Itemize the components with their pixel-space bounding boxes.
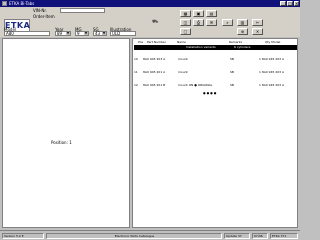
- position-label: Position: 1: [51, 140, 72, 145]
- toolbar-btn-2[interactable]: ▣: [193, 10, 204, 17]
- order-label: Order-Item: [33, 14, 55, 19]
- status-center: Electronic Parts Catalogue: [46, 233, 222, 239]
- row-remarks: SB: [230, 70, 234, 74]
- sg-value: 43: [95, 31, 101, 36]
- toolbar-btn-1[interactable]: ▦: [180, 10, 191, 17]
- highlight-row[interactable]: Installation variants 6 cylinders: [134, 45, 297, 50]
- toolbar-btn-8[interactable]: ▥: [237, 19, 248, 26]
- row-name: mount: [178, 70, 188, 74]
- highlight-text-1: Installation variants: [186, 45, 216, 49]
- highlight-text-2: 6 cylinders: [234, 45, 251, 49]
- col-remarks: Remarks: [229, 40, 243, 44]
- more-indicator: ● ● ● ●: [203, 91, 217, 95]
- col-pos: Pos: [138, 40, 144, 44]
- toolbar-btn-5[interactable]: ⎙: [193, 19, 204, 26]
- row-part: 8A0 945 201 A: [143, 70, 166, 74]
- col-qty-model: Qty Model: [265, 40, 281, 44]
- toolbar-btn-6[interactable]: ✉: [206, 19, 217, 26]
- header-panel: VIN-Nr. Order-Item ETKA Model Year MG SG…: [0, 7, 300, 37]
- status-bar: Version 5.0 E Electronic Parts Catalogue…: [0, 230, 300, 240]
- chevron-down-icon: ▼: [66, 31, 70, 35]
- toolbar-btn-9[interactable]: ✂: [252, 19, 263, 26]
- illustration-field[interactable]: ULD: [110, 31, 136, 36]
- model-field[interactable]: A80: [4, 31, 50, 36]
- illustration-pane[interactable]: Position: 1: [2, 38, 130, 228]
- toolbar-btn-12[interactable]: ✕: [252, 28, 263, 35]
- sg-select[interactable]: 43 ▼: [93, 31, 107, 36]
- row-part: 8A0 945 201 B: [143, 83, 166, 87]
- chevron-down-icon: ▼: [102, 31, 106, 35]
- chevron-down-icon: ▼: [84, 31, 88, 35]
- status-version: Version 5.0 E: [2, 233, 44, 239]
- status-date: 07/96: [252, 233, 268, 239]
- table-row[interactable]: 10 8A0 945 203 A mount SB 1 8A0 945 203 …: [133, 57, 297, 61]
- row-name: mount: [178, 57, 188, 61]
- close-button[interactable]: ×: [294, 1, 299, 6]
- row-pos: 10: [134, 57, 138, 61]
- toolbar-btn-4[interactable]: ◫: [180, 19, 191, 26]
- vin-label: VIN-Nr.: [33, 8, 47, 13]
- toolbar-btn-10[interactable]: ▢: [180, 28, 191, 35]
- row-name: mount ON ● ORIGINAL: [178, 83, 213, 87]
- status-update: Update 37: [224, 233, 250, 239]
- illustration-value: ULD: [112, 31, 121, 36]
- car-icon: ⛟: [152, 19, 159, 25]
- row-qty: 1 8A0 945 203 A: [259, 57, 285, 61]
- toolbar-btn-3[interactable]: ▤: [206, 10, 217, 17]
- window-title: ETKA Bi-Tabs: [9, 1, 35, 6]
- table-row[interactable]: 11 8A0 945 201 A mount SB 1 8A0 945 203 …: [133, 70, 297, 74]
- year-value: 89: [57, 31, 63, 36]
- row-qty: 1 8A0 945 203 A: [259, 83, 285, 87]
- vin-input[interactable]: [60, 8, 105, 13]
- row-pos: 11: [134, 70, 138, 74]
- model-value: A80: [6, 31, 14, 36]
- row-remarks: SB: [230, 83, 234, 87]
- row-pos: 12: [134, 83, 138, 87]
- minimize-button[interactable]: _: [280, 1, 286, 6]
- title-bar: ETKA Bi-Tabs _ □ ×: [0, 0, 300, 7]
- parts-table[interactable]: Pos Part Number Name Remarks Qty Model I…: [132, 38, 298, 228]
- toolbar-btn-11[interactable]: ⊕: [237, 28, 248, 35]
- app-icon: [2, 1, 7, 6]
- maximize-button[interactable]: □: [287, 1, 293, 6]
- row-part: 8A0 945 203 A: [143, 57, 166, 61]
- mg-value: 9: [77, 31, 80, 36]
- col-name: Name: [177, 40, 186, 44]
- row-remarks: SB: [230, 57, 234, 61]
- toolbar-btn-7[interactable]: ⌕: [222, 19, 233, 26]
- year-select[interactable]: 89 ▼: [55, 31, 71, 36]
- mg-select[interactable]: 9 ▼: [75, 31, 89, 36]
- col-part-number: Part Number: [147, 40, 166, 44]
- table-row[interactable]: 12 8A0 945 201 B mount ON ● ORIGINAL SB …: [133, 83, 297, 87]
- status-code: ETKA 371: [270, 233, 298, 239]
- row-qty: 1 8A0 945 203 A: [259, 70, 285, 74]
